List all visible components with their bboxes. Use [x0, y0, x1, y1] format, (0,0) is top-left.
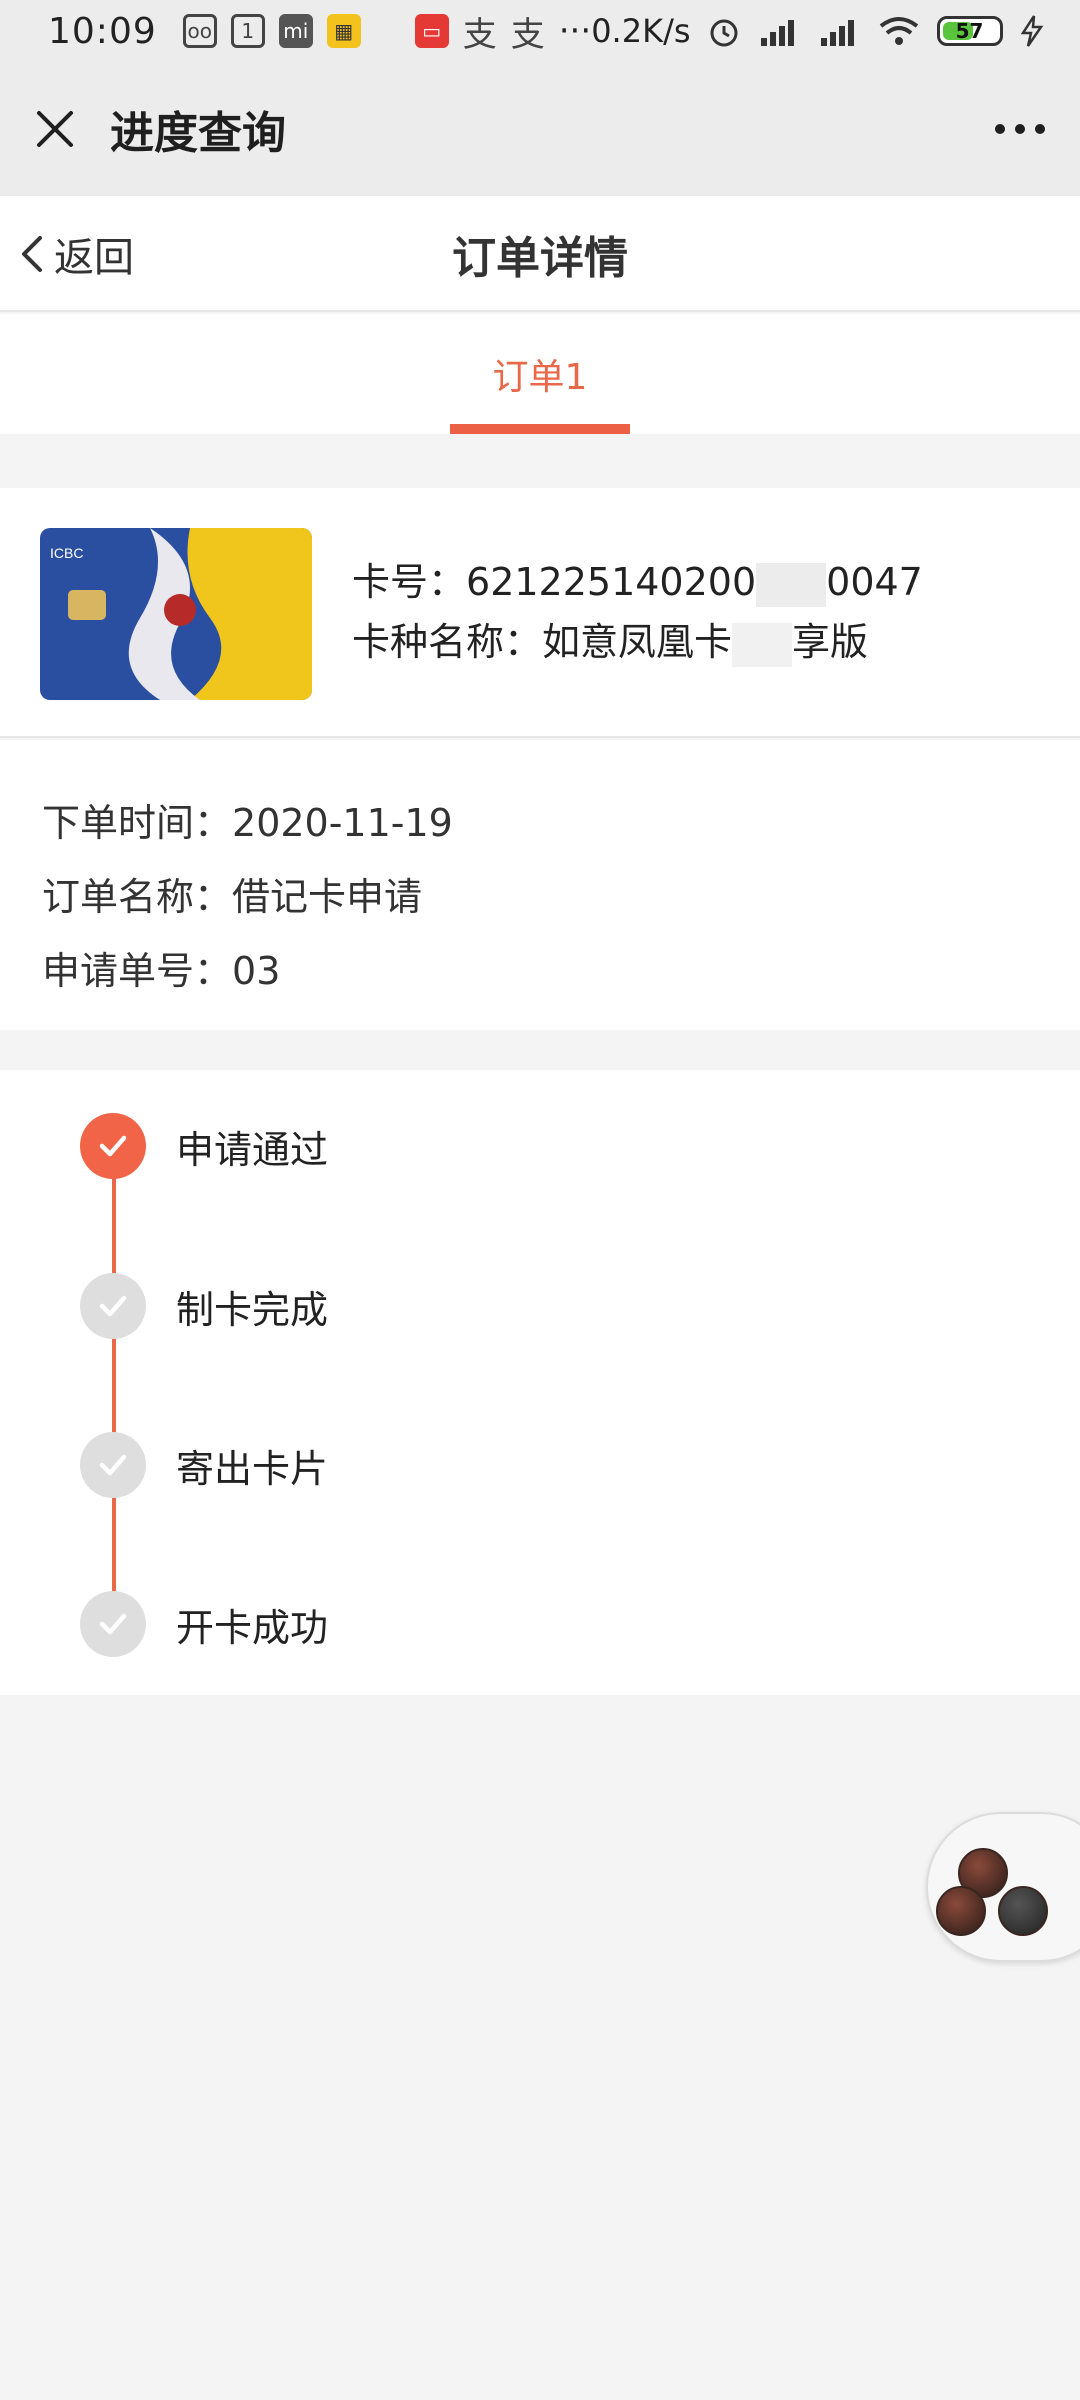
app-icon: ▦ — [326, 14, 361, 48]
app-title: 进度查询 — [110, 108, 286, 159]
alipay-icon: 支 — [462, 14, 497, 55]
page-title: 订单详情 — [452, 233, 628, 284]
charging-icon — [1020, 15, 1043, 47]
more-notifications-icon: ··· — [558, 11, 592, 51]
check-icon — [99, 1454, 127, 1476]
check-icon — [99, 1135, 127, 1157]
bank-app-icon: ▭ — [414, 14, 449, 48]
order-time-value: 2020-11-19 — [232, 801, 453, 845]
alipay-icon: 支 — [510, 14, 545, 55]
card-type-row: 卡种名称：如意凤凰卡 享版 — [352, 612, 923, 672]
close-icon — [37, 111, 73, 147]
battery-level: 57 — [955, 19, 984, 43]
application-number-value: 03 — [232, 949, 281, 993]
card-type-tail: 享版 — [792, 620, 869, 664]
progress-timeline: 申请通过 制卡完成 寄出卡片 开卡成功 — [0, 1070, 1080, 1695]
net-speed: 0.2K/s — [591, 12, 691, 50]
status-bar: 10:09 oo 1 mi ▦ ▭ 支 支 ··· 0.2K/s 57 — [0, 0, 1080, 62]
timeline-connector — [112, 1145, 116, 1635]
order-tabs: 订单1 — [0, 314, 1080, 434]
redacted-block — [732, 622, 793, 667]
check-icon — [99, 1295, 127, 1317]
card-number-tail: 0047 — [826, 560, 923, 604]
tab-order-1[interactable]: 订单1 — [450, 314, 630, 434]
assistant-ball-icon — [998, 1886, 1048, 1936]
floating-assistant-button[interactable] — [926, 1812, 1080, 1962]
bank-card-image: ICBC — [40, 528, 312, 700]
status-time: 10:09 — [48, 10, 157, 52]
order-name-label: 订单名称： — [42, 875, 233, 919]
status-right: 0.2K/s 57 — [591, 12, 1044, 50]
signal-icon — [820, 20, 854, 46]
application-number-row: 申请单号：03 — [42, 934, 1080, 1008]
step-status-circle — [80, 1273, 146, 1339]
application-number-label: 申请单号： — [42, 949, 233, 993]
step-status-circle — [80, 1113, 146, 1179]
card-number-value: 621225140200 — [466, 560, 757, 604]
step-label: 制卡完成 — [176, 1287, 329, 1332]
step-card-shipped: 寄出卡片 — [80, 1431, 328, 1499]
order-name-value: 借记卡申请 — [232, 875, 423, 919]
step-application-approved: 申请通过 — [80, 1112, 328, 1180]
more-options-button[interactable] — [960, 62, 1080, 196]
battery-icon: 57 — [936, 16, 1003, 46]
alarm-icon — [710, 19, 738, 47]
back-label: 返回 — [54, 235, 134, 281]
signal-icon — [760, 20, 794, 46]
card-type-value: 如意凤凰卡 — [542, 620, 733, 664]
close-button[interactable] — [0, 62, 110, 196]
card-type-label: 卡种名称： — [352, 620, 543, 664]
back-button[interactable]: 返回 — [18, 196, 134, 312]
card-number-row: 卡号：621225140200 0047 — [352, 552, 923, 612]
step-label: 申请通过 — [176, 1127, 329, 1172]
step-status-circle — [80, 1432, 146, 1498]
more-dots-icon — [995, 124, 1005, 134]
voicemail-icon: oo — [182, 14, 217, 48]
step-card-made: 制卡完成 — [80, 1272, 328, 1340]
notification-icons: oo 1 mi ▦ ▭ 支 支 ··· — [182, 7, 592, 56]
mi-icon: mi — [278, 14, 313, 48]
tab-label: 订单1 — [492, 357, 588, 398]
order-info: 下单时间：2020-11-19 订单名称：借记卡申请 申请单号：03 — [0, 740, 1080, 1030]
step-status-circle — [80, 1591, 146, 1657]
step-label: 寄出卡片 — [176, 1446, 329, 1491]
check-icon — [99, 1613, 127, 1635]
chevron-left-icon — [22, 236, 42, 272]
more-dots-icon — [1035, 124, 1045, 134]
svg-text:ICBC: ICBC — [50, 545, 83, 561]
step-label: 开卡成功 — [176, 1605, 329, 1650]
sub-header: 订单详情 返回 — [0, 196, 1080, 312]
redacted-block — [756, 562, 827, 607]
order-time-row: 下单时间：2020-11-19 — [42, 786, 1080, 860]
tab-active-indicator — [450, 424, 630, 434]
card-number-label: 卡号： — [352, 560, 467, 604]
order-time-label: 下单时间： — [42, 801, 233, 845]
card-section: ICBC 卡号：621225140200 0047 卡种名称：如意凤凰卡 享版 — [0, 488, 1080, 738]
assistant-ball-icon — [936, 1886, 986, 1936]
more-dots-icon — [1015, 124, 1025, 134]
card-info: 卡号：621225140200 0047 卡种名称：如意凤凰卡 享版 — [352, 552, 923, 672]
order-name-row: 订单名称：借记卡申请 — [42, 860, 1080, 934]
app-header: 进度查询 — [0, 62, 1080, 196]
step-card-activated: 开卡成功 — [80, 1590, 328, 1658]
wifi-icon — [879, 17, 918, 45]
calendar-icon: 1 — [230, 14, 265, 48]
